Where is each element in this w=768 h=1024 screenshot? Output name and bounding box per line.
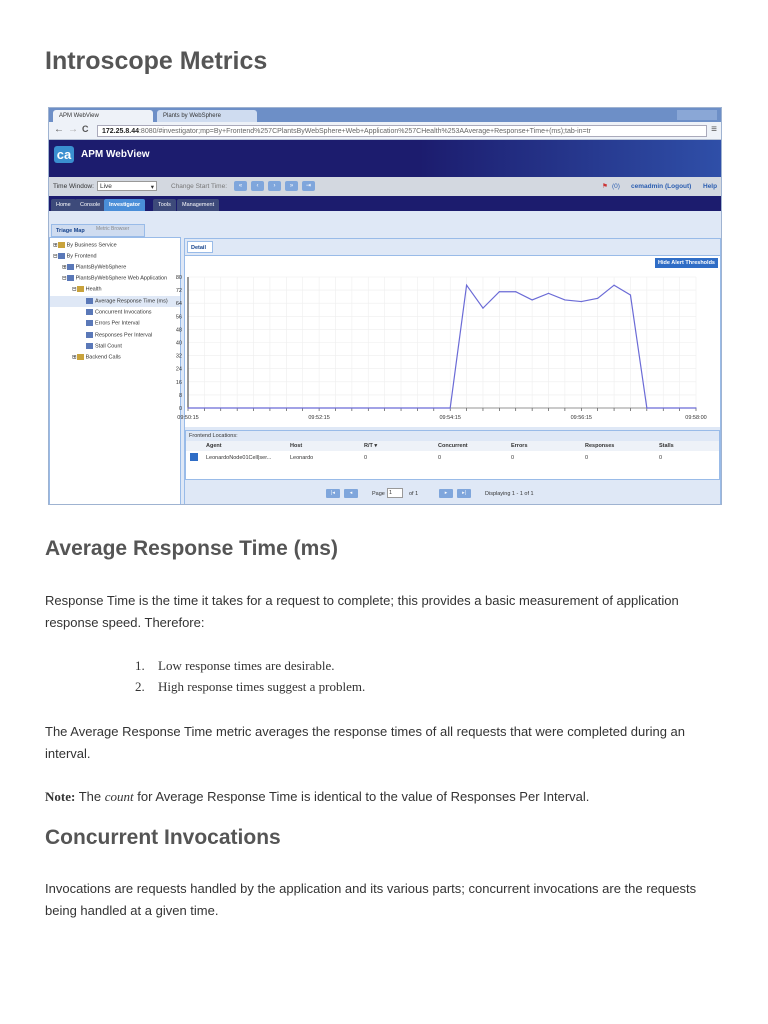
data-point <box>187 407 189 409</box>
x-tick-label: 09:58:00 <box>685 415 706 421</box>
y-tick-label: 32 <box>176 354 182 360</box>
y-tick-label: 24 <box>176 367 182 373</box>
data-point <box>547 292 550 294</box>
y-tick-label: 0 <box>179 406 182 412</box>
data-point <box>515 291 517 293</box>
y-tick-label: 64 <box>176 301 182 307</box>
paragraph: The Average Response Time metric average… <box>45 724 685 761</box>
y-tick-label: 16 <box>176 380 182 386</box>
y-tick-label: 8 <box>179 393 182 399</box>
data-point <box>646 407 648 409</box>
data-point <box>695 407 697 409</box>
data-point <box>613 284 615 286</box>
data-point <box>564 299 566 301</box>
apm-webview-screenshot: APM WebView Plants by WebSphere ← → C 17… <box>48 107 722 505</box>
paragraph: Invocations are requests handled by the … <box>45 881 697 918</box>
y-tick-label: 48 <box>176 327 182 333</box>
paragraph: Response Time is the time it takes for a… <box>45 593 679 630</box>
data-point <box>629 294 632 296</box>
y-tick-label: 80 <box>176 275 182 281</box>
data-point <box>597 297 599 299</box>
section-heading: Concurrent Invocations <box>45 826 281 849</box>
data-point <box>482 307 484 309</box>
list-item: 1. Low response times are desirable. <box>135 658 335 673</box>
x-tick-label: 09:56:15 <box>571 415 592 421</box>
note: Note: The count for Average Response Tim… <box>45 789 590 804</box>
data-point <box>465 284 468 286</box>
x-tick-label: 09:50:15 <box>177 415 198 421</box>
y-tick-label: 72 <box>176 288 182 294</box>
x-tick-label: 09:52:15 <box>308 415 329 421</box>
list-item: 2. High response times suggest a problem. <box>135 679 366 694</box>
page-title: Introscope Metrics <box>45 47 268 75</box>
ordered-list: 1. Low response times are desirable. 2. Hi… <box>135 655 365 697</box>
y-tick-label: 40 <box>176 341 182 347</box>
data-point <box>449 407 451 409</box>
y-tick-label: 56 <box>176 314 182 320</box>
section-heading: Average Response Time (ms) <box>45 537 338 560</box>
data-point <box>580 300 582 303</box>
data-point <box>498 291 500 293</box>
response-time-chart: 0 8 16 24 32 40 48 56 64 72 80 09:50:15 09:52:15 09:5… <box>176 275 707 421</box>
series-line <box>188 283 696 409</box>
x-tick-label: 09:54:15 <box>439 415 460 421</box>
data-point <box>531 299 533 301</box>
